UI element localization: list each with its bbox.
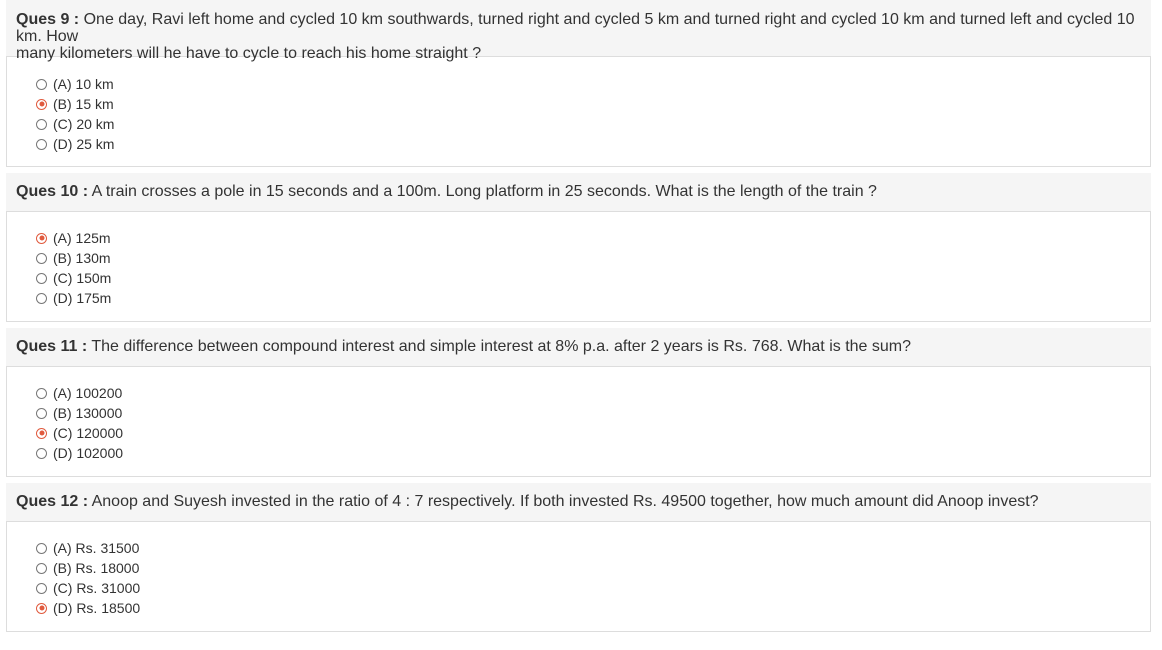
option-label: (B) 130000: [53, 405, 123, 421]
option-d[interactable]: (D) 175m: [36, 288, 1140, 308]
option-c[interactable]: (C) 120000: [36, 423, 1140, 443]
option-b[interactable]: (B) 130m: [36, 248, 1140, 268]
option-d[interactable]: (D) Rs. 18500: [36, 598, 1140, 618]
radio-button-icon[interactable]: [36, 447, 47, 459]
option-d[interactable]: (D) 102000: [36, 443, 1140, 463]
radio-button-icon[interactable]: [36, 232, 47, 244]
question-text: Ques 9 : One day, Ravi left home and cyc…: [6, 0, 1151, 62]
option-c[interactable]: (C) 150m: [36, 268, 1140, 288]
options-list: (A) Rs. 31500 (B) Rs. 18000 (C) Rs. 3100…: [6, 521, 1151, 632]
options-list: (A) 100200 (B) 130000 (C) 120000 (D) 102…: [6, 366, 1151, 477]
question-block: Ques 10 : A train crosses a pole in 15 s…: [6, 173, 1151, 322]
question-block: Ques 11 : The difference between compoun…: [6, 328, 1151, 477]
option-b[interactable]: (B) Rs. 18000: [36, 558, 1140, 578]
option-label: (A) 125m: [53, 230, 111, 246]
radio-button-icon[interactable]: [36, 542, 47, 554]
option-label: (A) Rs. 31500: [53, 540, 140, 556]
radio-button-icon[interactable]: [36, 292, 47, 304]
question-text: Ques 10 : A train crosses a pole in 15 s…: [6, 173, 1151, 211]
question-number: Ques 12 :: [16, 493, 89, 510]
question-body: The difference between compound interest…: [91, 338, 911, 355]
question-block: Ques 12 : Anoop and Suyesh invested in t…: [6, 483, 1151, 632]
question-body: One day, Ravi left home and cycled 10 km…: [16, 11, 1135, 45]
option-b[interactable]: (B) 130000: [36, 403, 1140, 423]
question-text: Ques 12 : Anoop and Suyesh invested in t…: [6, 483, 1151, 521]
option-label: (D) 25 km: [53, 136, 115, 152]
option-label: (B) Rs. 18000: [53, 560, 140, 576]
option-b[interactable]: (B) 15 km: [36, 94, 1140, 114]
radio-button-icon[interactable]: [36, 387, 47, 399]
quiz-container: Ques 9 : One day, Ravi left home and cyc…: [6, 0, 1151, 638]
question-number: Ques 9 :: [16, 11, 80, 28]
option-a[interactable]: (A) 100200: [36, 383, 1140, 403]
question-body: Anoop and Suyesh invested in the ratio o…: [91, 493, 1039, 510]
option-label: (A) 100200: [53, 385, 123, 401]
question-body: A train crosses a pole in 15 seconds and…: [91, 183, 877, 200]
option-a[interactable]: (A) 125m: [36, 228, 1140, 248]
radio-button-icon[interactable]: [36, 98, 47, 110]
radio-button-icon[interactable]: [36, 78, 47, 90]
radio-button-icon[interactable]: [36, 562, 47, 574]
option-c[interactable]: (C) 20 km: [36, 114, 1140, 134]
radio-button-icon[interactable]: [36, 427, 47, 439]
option-a[interactable]: (A) 10 km: [36, 74, 1140, 94]
radio-button-icon[interactable]: [36, 602, 47, 614]
question-text: Ques 11 : The difference between compoun…: [6, 328, 1151, 366]
question-number: Ques 10 :: [16, 183, 89, 200]
radio-button-icon[interactable]: [36, 118, 47, 130]
options-list: (A) 10 km (B) 15 km (C) 20 km (D) 25 km: [6, 56, 1151, 167]
radio-button-icon[interactable]: [36, 138, 47, 150]
option-label: (D) Rs. 18500: [53, 600, 141, 616]
question-body-continued: many kilometers will he have to cycle to…: [16, 45, 482, 62]
question-block: Ques 9 : One day, Ravi left home and cyc…: [6, 0, 1151, 167]
option-d[interactable]: (D) 25 km: [36, 134, 1140, 154]
options-list: (A) 125m (B) 130m (C) 150m (D) 175m: [6, 211, 1151, 322]
option-label: (C) 120000: [53, 425, 124, 441]
radio-button-icon[interactable]: [36, 407, 47, 419]
option-label: (B) 130m: [53, 250, 111, 266]
option-label: (C) 20 km: [53, 116, 115, 132]
option-label: (C) 150m: [53, 270, 112, 286]
option-c[interactable]: (C) Rs. 31000: [36, 578, 1140, 598]
radio-button-icon[interactable]: [36, 272, 47, 284]
option-label: (D) 102000: [53, 445, 124, 461]
radio-button-icon[interactable]: [36, 582, 47, 594]
option-label: (C) Rs. 31000: [53, 580, 141, 596]
option-label: (B) 15 km: [53, 96, 114, 112]
option-label: (D) 175m: [53, 290, 112, 306]
radio-button-icon[interactable]: [36, 252, 47, 264]
option-a[interactable]: (A) Rs. 31500: [36, 538, 1140, 558]
question-number: Ques 11 :: [16, 338, 88, 355]
option-label: (A) 10 km: [53, 76, 114, 92]
